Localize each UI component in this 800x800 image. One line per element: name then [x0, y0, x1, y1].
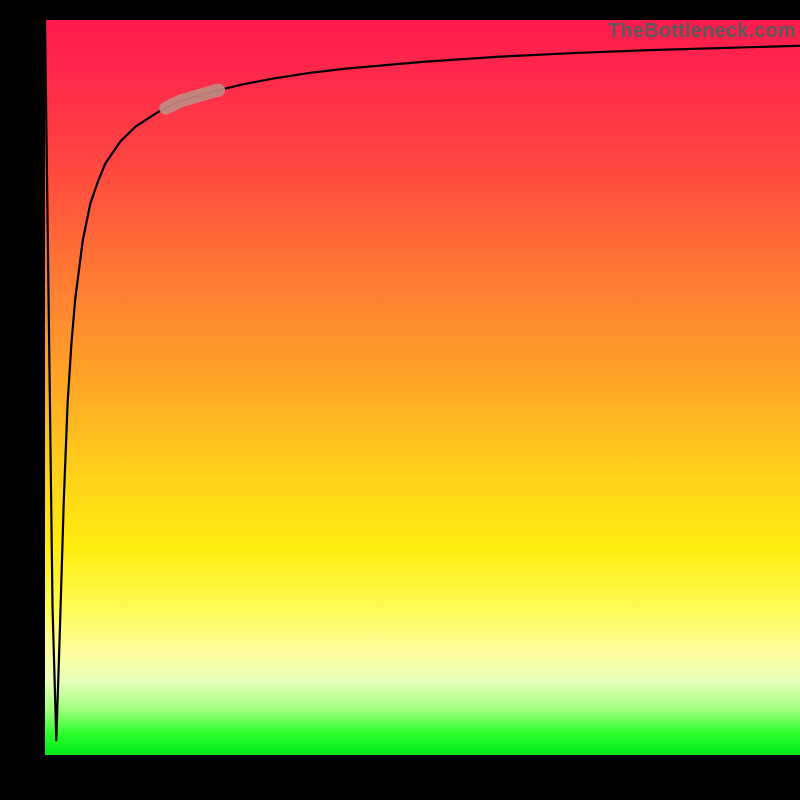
curve-highlight-segment — [166, 90, 219, 108]
chart-frame: TheBottleneck.com — [0, 0, 800, 800]
curve-line — [45, 20, 800, 740]
bottleneck-curve — [45, 20, 800, 755]
plot-area: TheBottleneck.com — [45, 20, 800, 755]
